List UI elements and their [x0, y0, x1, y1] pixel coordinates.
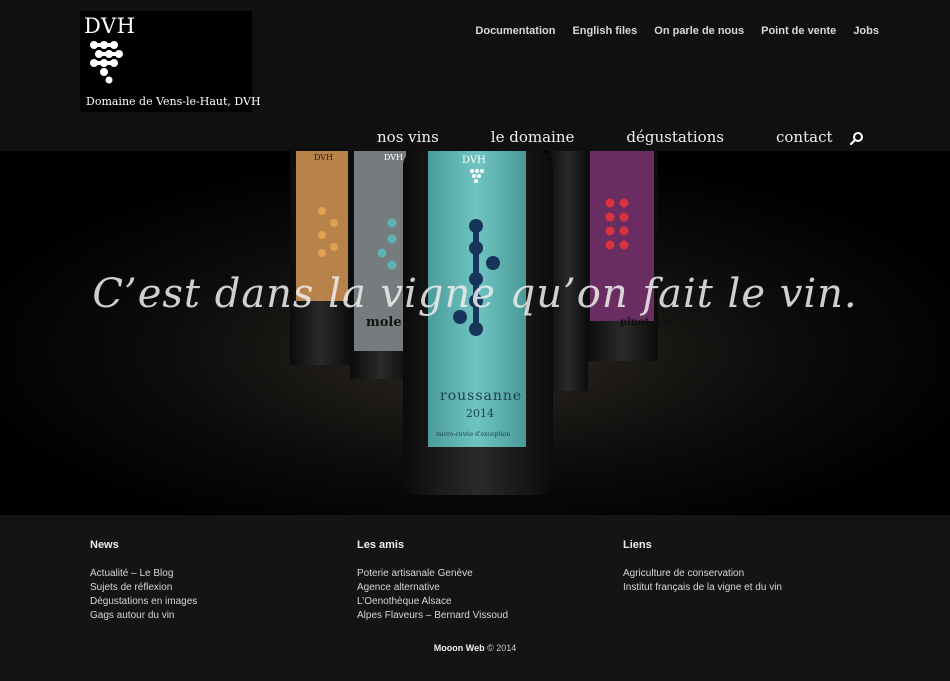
footer-column-title: News	[90, 539, 119, 551]
footer-link[interactable]: Gags autour du vin	[90, 609, 197, 623]
topnav-on-parle-de-nous[interactable]: On parle de nous	[654, 25, 744, 37]
footer-link[interactable]: Institut français de la vigne et du vin	[623, 581, 782, 595]
footer-column-liens: Liens Agriculture de conservation Instit…	[623, 539, 782, 595]
footer-column-title: Les amis	[357, 539, 405, 551]
grape-logo-icon	[90, 41, 123, 84]
footer-link[interactable]: Poterie artisanale Genève	[357, 567, 508, 581]
mainnav-nos-vins[interactable]: nos vins	[377, 128, 439, 146]
footer-column-news: News Actualité – Le Blog Sujets de réfle…	[90, 539, 197, 623]
site-logo[interactable]: DVH Domaine de Vens-le-Haut, DVH	[80, 11, 261, 112]
copyright-brand-link[interactable]: Mooon Web	[434, 643, 485, 653]
site-footer: News Actualité – Le Blog Sujets de réfle…	[0, 515, 950, 681]
mainnav-contact[interactable]: contact	[776, 128, 833, 146]
footer-link[interactable]: L’Oenothèque Alsace	[357, 595, 508, 609]
search-icon[interactable]	[849, 130, 865, 146]
wine-bottles-photo	[0, 151, 950, 515]
hero-banner: DVH DVH DVH mole pinot noir roussanne 20…	[0, 151, 950, 515]
mainnav-degustations[interactable]: dégustations	[626, 128, 724, 146]
footer-column-les-amis: Les amis Poterie artisanale Genève Agenc…	[357, 539, 508, 623]
bottle-left2-mark: DVH	[384, 153, 404, 162]
bottle-front-year: 2014	[466, 407, 494, 420]
copyright: Mooon Web © 2014	[0, 643, 950, 653]
top-navigation: Documentation English files On parle de …	[475, 25, 879, 37]
site-header: DVH Domaine de Vens-le-Haut, DVH Documen…	[0, 0, 950, 151]
topnav-english-files[interactable]: English files	[572, 25, 637, 37]
hero-tagline: C’est dans la vigne qu’on fait le vin.	[92, 271, 858, 317]
mainnav-le-domaine[interactable]: le domaine	[491, 128, 575, 146]
footer-link[interactable]: Agriculture de conservation	[623, 567, 782, 581]
bottle-right-name: pinot noir	[620, 317, 676, 328]
topnav-jobs[interactable]: Jobs	[853, 25, 879, 37]
footer-link[interactable]: Agence alternative	[357, 581, 508, 595]
main-navigation: nos vins le domaine dégustations contact	[377, 128, 833, 146]
footer-link[interactable]: Alpes Flaveurs – Bernard Vissoud	[357, 609, 508, 623]
bottle-front-mark: DVH	[462, 155, 486, 166]
footer-column-title: Liens	[623, 539, 652, 551]
topnav-point-de-vente[interactable]: Point de vente	[761, 25, 836, 37]
logo-name: Domaine de Vens-le-Haut, DVH	[86, 95, 261, 108]
footer-link[interactable]: Actualité – Le Blog	[90, 567, 197, 581]
footer-link[interactable]: Dégustations en images	[90, 595, 197, 609]
logo-mark: DVH	[84, 14, 136, 38]
bottle-left2-name: mole	[366, 315, 402, 330]
bottle-front-sub: micro-cuvée d'exception	[436, 431, 511, 438]
bottle-front-name: roussanne	[440, 388, 523, 404]
copyright-text: © 2014	[484, 643, 517, 653]
topnav-documentation[interactable]: Documentation	[475, 25, 555, 37]
bottle-left-mark: DVH	[314, 153, 334, 162]
footer-link[interactable]: Sujets de réflexion	[90, 581, 197, 595]
